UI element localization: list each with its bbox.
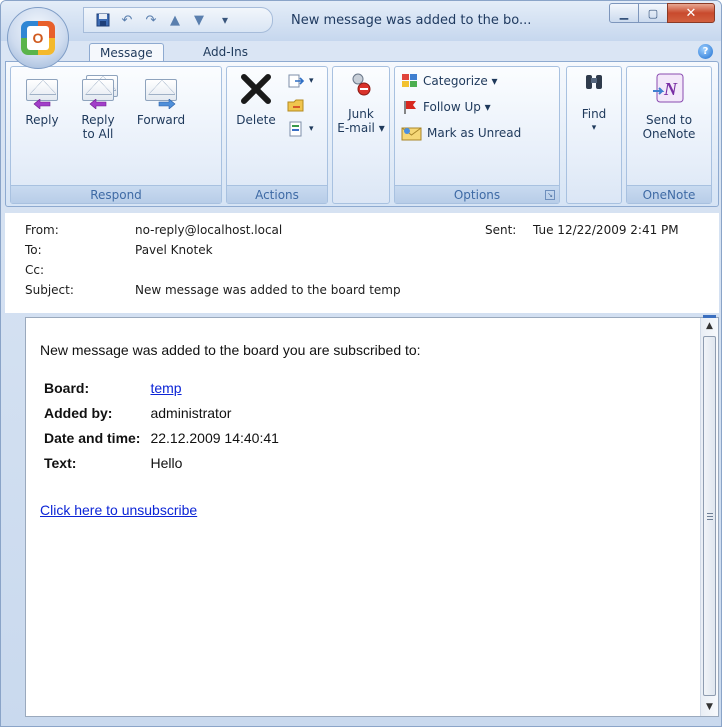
message-details-table: Board: temp Added by: administrator Date…: [44, 376, 283, 476]
categorize-icon: [402, 74, 417, 87]
scrollbar-grip-icon: [707, 513, 713, 521]
ribbon-tabs: Message Add-Ins ?: [1, 41, 721, 63]
send-to-onenote-button[interactable]: N Send to OneNote: [633, 71, 705, 141]
message-header: From: no-reply@localhost.local Sent: Tue…: [5, 213, 719, 313]
date-time-label: Date and time:: [44, 430, 141, 446]
outlook-message-window: ↶ ↷ ▲ ▼ ▾ New message was added to the b…: [0, 0, 722, 727]
board-link[interactable]: temp: [150, 380, 181, 396]
respond-group-label: Respond: [11, 185, 221, 203]
quick-access-toolbar: ↶ ↷ ▲ ▼ ▾: [83, 7, 273, 33]
junk-group: Junk E-mail ▾: [332, 66, 390, 204]
window-title: New message was added to the bo...: [291, 13, 532, 28]
find-button[interactable]: Find ▾: [571, 71, 617, 135]
actions-group-label: Actions: [227, 185, 327, 203]
vertical-scrollbar[interactable]: ▲ ▼: [700, 315, 718, 716]
close-button[interactable]: ✕: [667, 3, 715, 23]
table-row: Added by: administrator: [44, 401, 283, 426]
message-intro: New message was added to the board you a…: [40, 342, 421, 358]
scrollbar-thumb[interactable]: [703, 336, 716, 696]
office-logo-icon: O: [21, 21, 55, 55]
onenote-icon: N: [651, 71, 687, 107]
svg-text:N: N: [663, 79, 678, 99]
text-value: Hello: [150, 455, 183, 471]
save-icon[interactable]: [94, 11, 112, 29]
sent-label: Sent:: [485, 223, 517, 237]
sent-row: Sent: Tue 12/22/2009 2:41 PM: [477, 221, 717, 239]
onenote-group: N Send to OneNote OneNote: [626, 66, 712, 204]
table-row: Text: Hello: [44, 451, 283, 476]
other-actions-button[interactable]: ▾: [287, 121, 314, 137]
reply-icon: [24, 71, 60, 109]
move-to-folder-button[interactable]: ▾: [287, 73, 314, 89]
follow-up-button[interactable]: Follow Up ▾: [401, 99, 491, 115]
previous-item-icon[interactable]: ▲: [166, 11, 184, 29]
ribbon: Reply Reply to All Forward Respond Delet…: [5, 61, 719, 207]
table-row: Date and time: 22.12.2009 14:40:41: [44, 426, 283, 451]
redo-icon[interactable]: ↷: [142, 11, 160, 29]
customize-toolbar-icon[interactable]: ▾: [222, 13, 228, 27]
text-label: Text:: [44, 455, 77, 471]
minimize-button[interactable]: ▁: [609, 3, 639, 23]
actions-group: Delete ▾ ▾ Actions: [226, 66, 328, 204]
move-to-folder-icon: [288, 74, 305, 88]
subject-value: New message was added to the board temp: [135, 283, 401, 297]
to-value[interactable]: Pavel Knotek: [135, 241, 213, 259]
from-label: From:: [25, 223, 59, 237]
board-label: Board:: [44, 380, 90, 396]
table-row: Board: temp: [44, 376, 283, 401]
subject-label: Subject:: [25, 283, 74, 297]
help-icon[interactable]: ?: [698, 44, 713, 59]
maximize-button[interactable]: ▢: [638, 3, 668, 23]
reply-all-icon: [80, 71, 118, 109]
other-actions-icon: [289, 121, 302, 137]
rules-folder-icon: [287, 99, 304, 112]
reply-button[interactable]: Reply: [17, 71, 67, 127]
added-by-label: Added by:: [44, 405, 113, 421]
options-group: Categorize ▾ Follow Up ▾ Mark as Unread …: [394, 66, 560, 204]
options-group-label: Options: [395, 185, 559, 203]
find-group: Find ▾: [566, 66, 622, 204]
from-value[interactable]: no-reply@localhost.local: [135, 221, 282, 239]
date-time-value: 22.12.2009 14:40:41: [150, 430, 279, 446]
delete-x-icon: [238, 71, 274, 107]
window-controls: ▁ ▢ ✕: [609, 3, 715, 23]
delete-button[interactable]: Delete: [233, 71, 279, 127]
mark-unread-envelope-icon: [401, 127, 422, 141]
added-by-value: administrator: [150, 405, 232, 421]
message-body[interactable]: New message was added to the board you a…: [25, 315, 719, 717]
cc-label: Cc:: [25, 263, 45, 277]
title-bar: ↶ ↷ ▲ ▼ ▾ New message was added to the b…: [1, 1, 721, 41]
binoculars-icon: [583, 71, 605, 101]
junk-email-icon: [349, 71, 373, 101]
scroll-down-arrow-icon[interactable]: ▼: [701, 699, 718, 716]
reply-all-button[interactable]: Reply to All: [71, 71, 125, 141]
tab-add-ins[interactable]: Add-Ins: [193, 43, 258, 63]
message-content: New message was added to the board you a…: [40, 342, 680, 518]
categorize-button[interactable]: Categorize ▾: [401, 73, 498, 89]
onenote-group-label: OneNote: [627, 185, 711, 203]
tab-message[interactable]: Message: [89, 43, 164, 63]
respond-group: Reply Reply to All Forward Respond: [10, 66, 222, 204]
unsubscribe-link[interactable]: Click here to unsubscribe: [40, 502, 197, 518]
forward-button[interactable]: Forward: [131, 71, 191, 127]
scroll-up-arrow-icon[interactable]: ▲: [701, 318, 718, 335]
junk-email-button[interactable]: Junk E-mail ▾: [337, 71, 385, 135]
follow-up-flag-icon: [404, 101, 416, 114]
office-button[interactable]: O: [7, 7, 69, 69]
next-item-icon[interactable]: ▼: [190, 11, 208, 29]
sent-value: Tue 12/22/2009 2:41 PM: [533, 223, 679, 237]
options-dialog-launcher-icon[interactable]: ↘: [545, 190, 555, 200]
mark-as-unread-button[interactable]: Mark as Unread: [401, 125, 521, 141]
forward-icon: [143, 71, 179, 109]
undo-icon[interactable]: ↶: [118, 11, 136, 29]
to-label: To:: [25, 243, 42, 257]
create-rule-button[interactable]: [287, 97, 305, 113]
